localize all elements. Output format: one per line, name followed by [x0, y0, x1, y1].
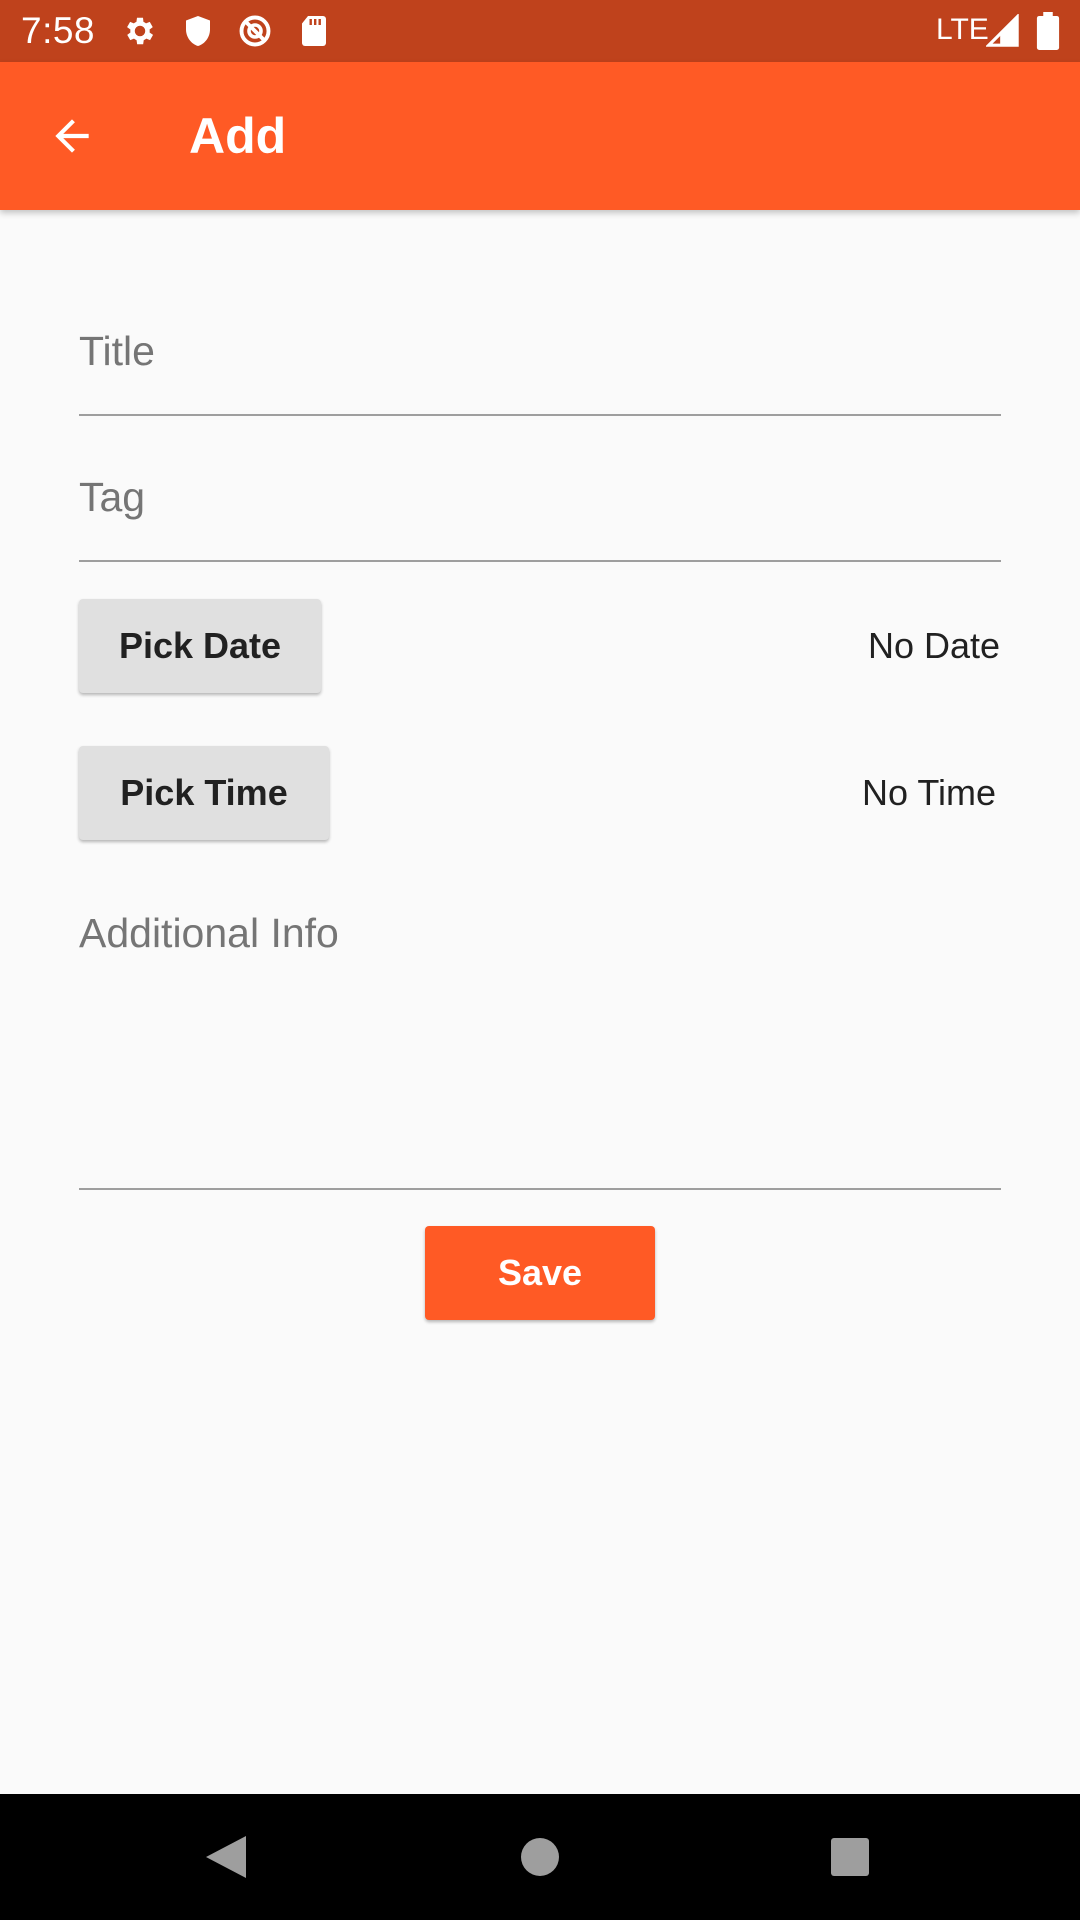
recents-square-icon: [831, 1838, 869, 1876]
signal-icon: [986, 14, 1019, 47]
additional-info-placeholder: Additional Info: [79, 910, 339, 956]
network-type: LTE: [936, 13, 989, 46]
status-bar: 7:58 LTE: [0, 0, 1080, 62]
save-button[interactable]: Save: [425, 1226, 655, 1320]
pick-date-label: Pick Date: [118, 625, 282, 666]
shield-icon: [186, 16, 210, 46]
additional-info-field[interactable]: Additional Info: [79, 880, 1001, 1190]
page-title: Add: [189, 108, 287, 164]
title-field-placeholder: Title: [79, 328, 155, 374]
pick-time-button[interactable]: Pick Time: [79, 746, 329, 840]
pick-time-label: Pick Time: [120, 772, 288, 813]
tag-field[interactable]: Tag: [79, 446, 1001, 562]
gear-icon: [127, 17, 154, 45]
status-time: 7:58: [21, 10, 96, 51]
save-label: Save: [497, 1252, 583, 1293]
back-button[interactable]: [36, 100, 108, 172]
sd-card-icon: [302, 16, 326, 46]
home-circle-icon: [521, 1838, 559, 1876]
date-value: No Date: [868, 625, 1001, 666]
tag-field-placeholder: Tag: [79, 474, 146, 520]
back-triangle-icon: [206, 1836, 246, 1878]
nav-back-button[interactable]: [190, 1821, 262, 1893]
time-value: No Time: [862, 772, 997, 813]
navigation-bar: [0, 1794, 1080, 1920]
no-data-icon: [239, 15, 271, 47]
arrow-back-icon: [55, 119, 89, 153]
app-bar: Add: [0, 62, 1080, 210]
title-field[interactable]: Title: [79, 300, 1001, 416]
pick-date-button[interactable]: Pick Date: [79, 599, 321, 693]
nav-recents-button[interactable]: [814, 1821, 886, 1893]
nav-home-button[interactable]: [504, 1821, 576, 1893]
battery-icon: [1036, 12, 1060, 50]
